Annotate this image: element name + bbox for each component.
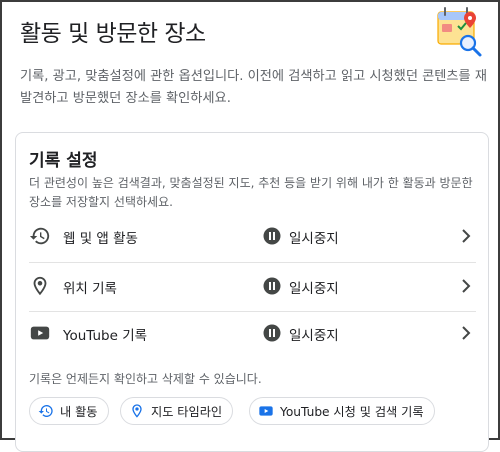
location-history-row[interactable]: 위치 기록 일시중지	[16, 263, 488, 311]
activity-panel: 활동 및 방문한 장소 기록, 광고, 맞춤설정에 관한 옵션입니다. 이전에 …	[0, 0, 500, 452]
row-label: YouTube 기록	[63, 328, 148, 344]
row-label: 위치 기록	[63, 281, 117, 297]
pause-icon	[263, 277, 281, 295]
intro-text: 기록, 광고, 맞춤설정에 관한 옵션입니다. 이전에 검색하고 읽고 시청했던…	[20, 69, 487, 106]
history-settings-card: 기록 설정 더 관련성이 높은 검색결과, 맞춤설정된 지도, 추천 등을 받기…	[15, 132, 489, 452]
my-activity-chip[interactable]: 내 활동	[29, 397, 109, 425]
row-label: 웹 및 앱 활동	[63, 231, 138, 247]
card-description: 더 관련성이 높은 검색결과, 맞춤설정된 지도, 추천 등을 받기 위해 내가…	[29, 176, 473, 209]
row-status: 일시중지	[289, 281, 339, 297]
activity-illustration-icon	[437, 7, 482, 57]
pause-icon	[263, 227, 281, 245]
chevron-right-icon	[462, 326, 471, 340]
pause-icon	[263, 324, 281, 342]
location-pin-icon	[132, 404, 142, 418]
web-app-activity-row[interactable]: 웹 및 앱 활동 일시중지	[16, 213, 488, 261]
card-title: 기록 설정	[29, 151, 98, 171]
maps-timeline-chip[interactable]: 지도 타임라인	[120, 397, 234, 425]
row-status: 일시중지	[289, 231, 339, 247]
row-status: 일시중지	[289, 328, 339, 344]
page-title: 활동 및 방문한 장소	[20, 21, 206, 47]
chip-label: 지도 타임라인	[151, 405, 223, 419]
history-note: 기록은 언제든지 확인하고 삭제할 수 있습니다.	[29, 372, 262, 386]
history-icon	[29, 227, 50, 245]
youtube-history-row[interactable]: YouTube 기록 일시중지	[16, 310, 488, 358]
location-pin-icon	[33, 276, 47, 296]
chevron-right-icon	[462, 279, 471, 293]
chip-label: YouTube 시청 및 검색 기록	[280, 405, 424, 419]
youtube-icon	[30, 326, 50, 340]
chevron-right-icon	[462, 229, 471, 243]
history-icon	[38, 405, 53, 417]
youtube-icon	[259, 406, 273, 416]
chip-label: 내 활동	[60, 405, 98, 419]
youtube-watch-search-history-chip[interactable]: YouTube 시청 및 검색 기록	[249, 397, 435, 425]
